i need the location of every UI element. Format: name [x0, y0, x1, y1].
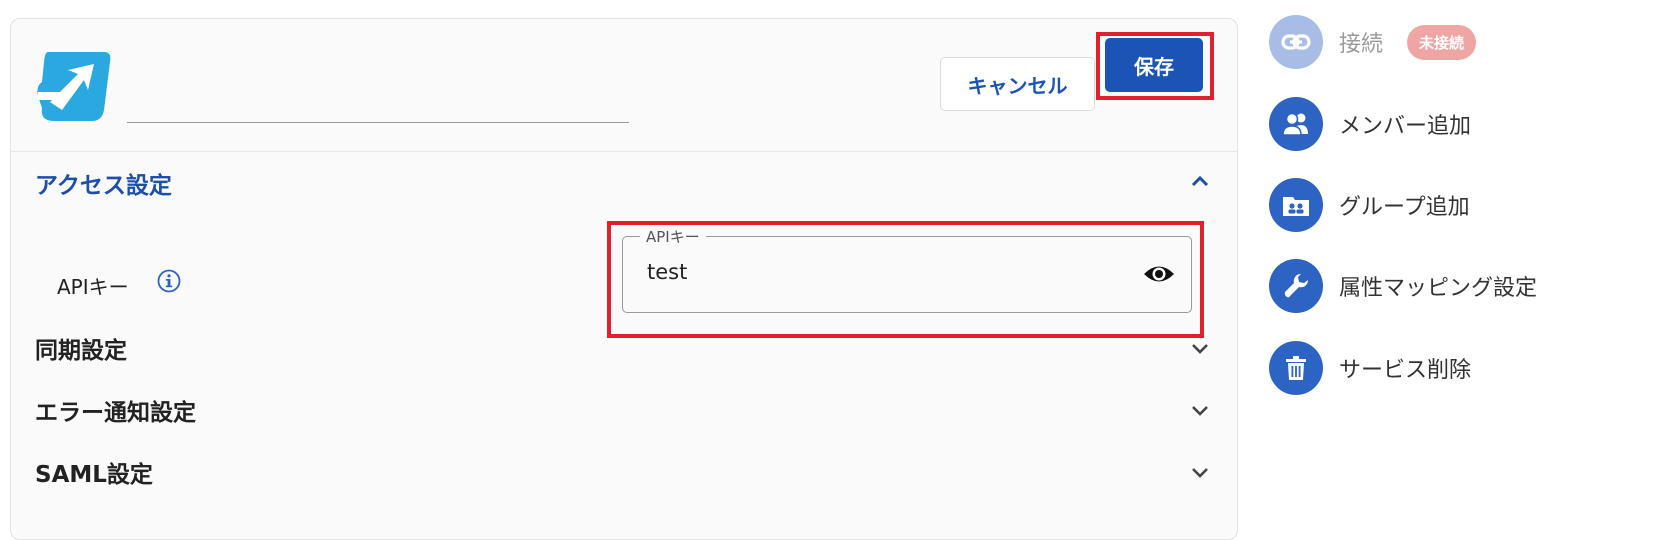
link-icon [1269, 15, 1323, 69]
wrench-icon [1269, 259, 1323, 313]
sidebar-item-label: サービス削除 [1339, 358, 1472, 383]
group-folder-icon [1269, 178, 1323, 232]
chevron-down-icon[interactable] [1189, 461, 1211, 483]
card-header: キャンセル [11, 19, 1237, 152]
trash-icon [1269, 341, 1323, 395]
sidebar-item-connection[interactable]: 接続 未接続 [1269, 14, 1477, 70]
api-key-field-label: APIキー [640, 226, 706, 247]
status-badge: 未接続 [1407, 24, 1477, 60]
section-saml-settings[interactable]: SAML設定 [35, 455, 153, 489]
sidebar-item-label: 接続 [1339, 32, 1384, 57]
eye-icon[interactable] [1143, 261, 1175, 287]
sidebar-item-add-group[interactable]: グループ追加 [1269, 177, 1470, 233]
sidebar-item-label: グループ追加 [1339, 195, 1470, 220]
people-icon [1269, 97, 1323, 151]
section-sync-settings[interactable]: 同期設定 [35, 331, 127, 365]
service-name-input[interactable] [127, 122, 629, 123]
sidebar-item-attribute-mapping[interactable]: 属性マッピング設定 [1269, 258, 1537, 314]
service-logo [37, 52, 111, 121]
sidebar-item-add-member[interactable]: メンバー追加 [1269, 96, 1471, 152]
chevron-up-icon[interactable] [1189, 170, 1211, 192]
api-key-label: APIキー [57, 275, 129, 299]
cancel-button[interactable]: キャンセル [940, 57, 1095, 111]
sidebar-item-delete-service[interactable]: サービス削除 [1269, 340, 1471, 396]
sidebar-item-label: 属性マッピング設定 [1339, 276, 1538, 301]
api-key-input[interactable] [647, 260, 1107, 284]
section-error-notification-settings[interactable]: エラー通知設定 [35, 393, 196, 427]
chevron-down-icon[interactable] [1189, 337, 1211, 359]
chevron-down-icon[interactable] [1189, 399, 1211, 421]
section-access-settings[interactable]: アクセス設定 [35, 166, 172, 200]
save-button[interactable]: 保存 [1105, 38, 1203, 92]
sidebar-item-label: メンバー追加 [1339, 114, 1472, 139]
info-icon[interactable] [157, 269, 181, 293]
